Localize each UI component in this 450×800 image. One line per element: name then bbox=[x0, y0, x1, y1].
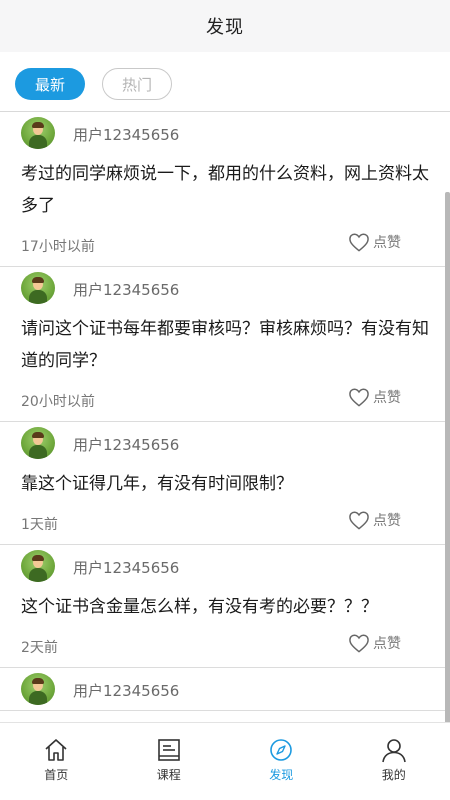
avatar[interactable] bbox=[21, 117, 55, 149]
page-title: 发现 bbox=[206, 17, 244, 38]
like-label: 点赞 bbox=[373, 390, 401, 406]
post-time: 1天前 bbox=[21, 517, 58, 533]
post-time: 2天前 bbox=[21, 640, 58, 656]
post-time: 17小时以前 bbox=[21, 239, 95, 255]
post-header: 用户12345656 bbox=[0, 545, 450, 587]
scrollbar[interactable] bbox=[445, 192, 450, 722]
heart-icon bbox=[349, 634, 369, 653]
post-time: 20小时以前 bbox=[21, 394, 95, 410]
like-button[interactable]: 点赞 bbox=[348, 510, 401, 530]
tab-hot[interactable]: 热门 bbox=[102, 68, 172, 100]
username[interactable]: 用户12345656 bbox=[73, 124, 179, 145]
heart-icon bbox=[349, 388, 369, 407]
home-icon bbox=[45, 739, 67, 761]
heart-icon bbox=[349, 511, 369, 530]
post-header: 用户12345656 bbox=[0, 422, 450, 464]
nav-label: 首页 bbox=[44, 768, 69, 782]
nav-mine[interactable]: 我的 bbox=[338, 723, 450, 800]
nav-course[interactable]: 课程 bbox=[113, 723, 226, 800]
tab-latest[interactable]: 最新 bbox=[15, 68, 85, 100]
post-text: 靠这个证得几年，有没有时间限制？ bbox=[21, 474, 293, 494]
post-footer: 20小时以前 点赞 bbox=[0, 377, 450, 421]
post-item[interactable]: 用户12345656 考过的同学麻烦说一下，都用的什么资料，网上资料太多了 17… bbox=[0, 112, 450, 267]
nav-home[interactable]: 首页 bbox=[0, 723, 113, 800]
post-header: 用户12345656 bbox=[0, 668, 450, 710]
like-button[interactable]: 点赞 bbox=[348, 387, 401, 407]
course-icon bbox=[157, 739, 180, 761]
post-text: 这个证书含金量怎么样，有没有考的必要？？？ bbox=[21, 597, 378, 617]
nav-discover[interactable]: 发现 bbox=[225, 723, 338, 800]
filter-tabs: 最新 热门 bbox=[0, 52, 450, 112]
avatar[interactable] bbox=[21, 427, 55, 459]
username[interactable]: 用户12345656 bbox=[73, 434, 179, 455]
nav-label: 课程 bbox=[156, 768, 181, 782]
post-header: 用户12345656 bbox=[0, 267, 450, 309]
like-label: 点赞 bbox=[373, 513, 401, 529]
post-footer: 2天前 点赞 bbox=[0, 623, 450, 667]
like-button[interactable]: 点赞 bbox=[348, 633, 401, 653]
post-header: 用户12345656 bbox=[0, 112, 450, 154]
post-text: 考过的同学麻烦说一下，都用的什么资料，网上资料太多了 bbox=[21, 164, 429, 216]
post-footer: 1天前 点赞 bbox=[0, 500, 450, 544]
post-text: 请问这个证书每年都要审核吗？审核麻烦吗？有没有知道的同学？ bbox=[21, 319, 429, 371]
compass-icon bbox=[270, 739, 293, 761]
post-item[interactable]: 用户12345656 请问这个证书每年都要审核吗？审核麻烦吗？有没有知道的同学？… bbox=[0, 267, 450, 422]
nav-label: 发现 bbox=[269, 768, 294, 782]
avatar[interactable] bbox=[21, 550, 55, 582]
like-button[interactable]: 点赞 bbox=[348, 232, 401, 252]
like-label: 点赞 bbox=[373, 636, 401, 652]
avatar[interactable] bbox=[21, 673, 55, 705]
post-item[interactable]: 用户12345656 这个证书含金量怎么样，有没有考的必要？？？ 2天前 点赞 bbox=[0, 545, 450, 668]
avatar[interactable] bbox=[21, 272, 55, 304]
post-item[interactable]: 用户12345656 bbox=[0, 668, 450, 711]
post-item[interactable]: 用户12345656 靠这个证得几年，有没有时间限制？ 1天前 点赞 bbox=[0, 422, 450, 545]
username[interactable]: 用户12345656 bbox=[73, 680, 179, 701]
username[interactable]: 用户12345656 bbox=[73, 557, 179, 578]
post-footer: 17小时以前 点赞 bbox=[0, 222, 450, 266]
bottom-nav: 首页 课程 发现 我的 bbox=[0, 722, 450, 800]
header-bar: 发现 bbox=[0, 0, 450, 52]
post-feed[interactable]: 用户12345656 考过的同学麻烦说一下，都用的什么资料，网上资料太多了 17… bbox=[0, 112, 450, 722]
username[interactable]: 用户12345656 bbox=[73, 279, 179, 300]
heart-icon bbox=[349, 233, 369, 252]
nav-label: 我的 bbox=[381, 768, 406, 782]
like-label: 点赞 bbox=[373, 235, 401, 251]
user-icon bbox=[381, 739, 406, 763]
